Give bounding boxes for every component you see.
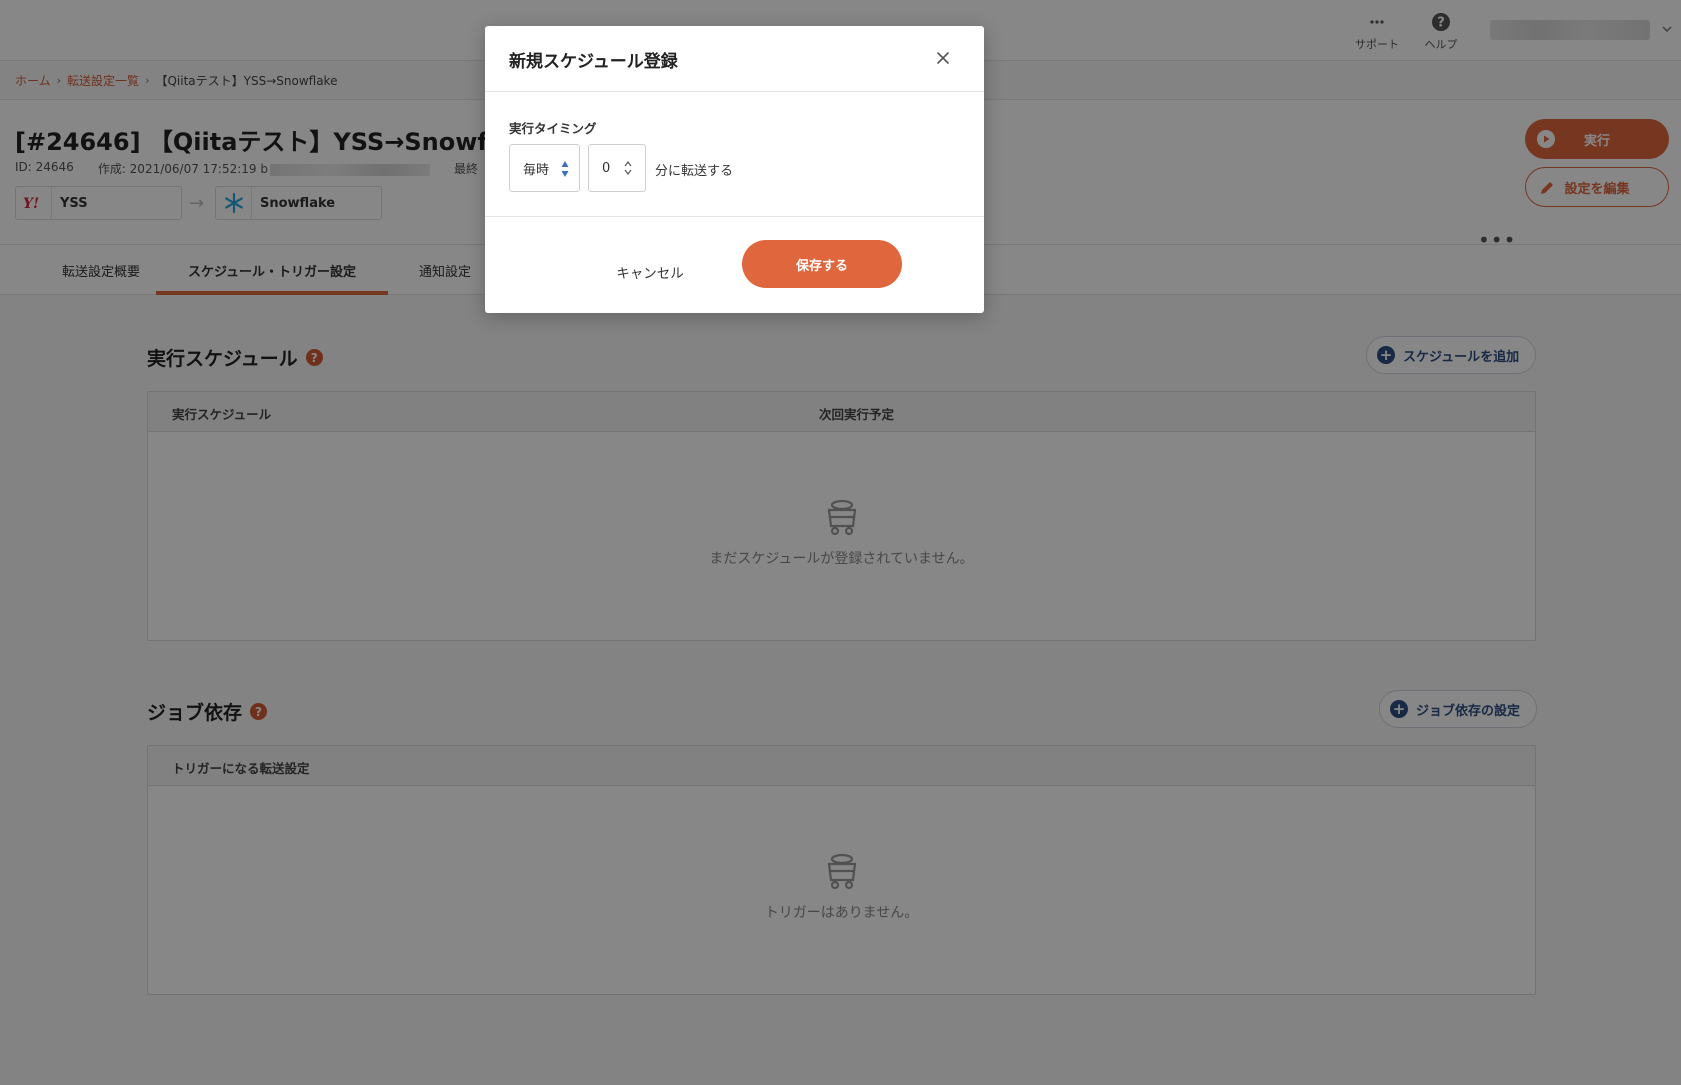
close-icon[interactable] <box>934 49 952 67</box>
frequency-value: 毎時 <box>523 162 550 178</box>
dialog-body: 実行タイミング 毎時 0 分に転送する <box>485 92 984 217</box>
timing-suffix: 分に転送する <box>655 164 734 179</box>
timing-label: 実行タイミング <box>509 121 597 136</box>
cancel-button[interactable]: キャンセル <box>605 262 695 282</box>
select-updown-icon <box>561 161 569 177</box>
frequency-select[interactable]: 毎時 <box>509 144 580 192</box>
minute-value: 0 <box>602 160 611 176</box>
minute-input[interactable]: 0 <box>588 144 646 192</box>
new-schedule-dialog: 新規スケジュール登録 実行タイミング 毎時 0 分に転送する キャンセル 保存す… <box>485 26 984 313</box>
number-spinner-icon[interactable] <box>623 159 633 177</box>
dialog-title: 新規スケジュール登録 <box>509 52 678 72</box>
dialog-header: 新規スケジュール登録 <box>485 26 984 92</box>
save-button[interactable]: 保存する <box>742 240 902 288</box>
